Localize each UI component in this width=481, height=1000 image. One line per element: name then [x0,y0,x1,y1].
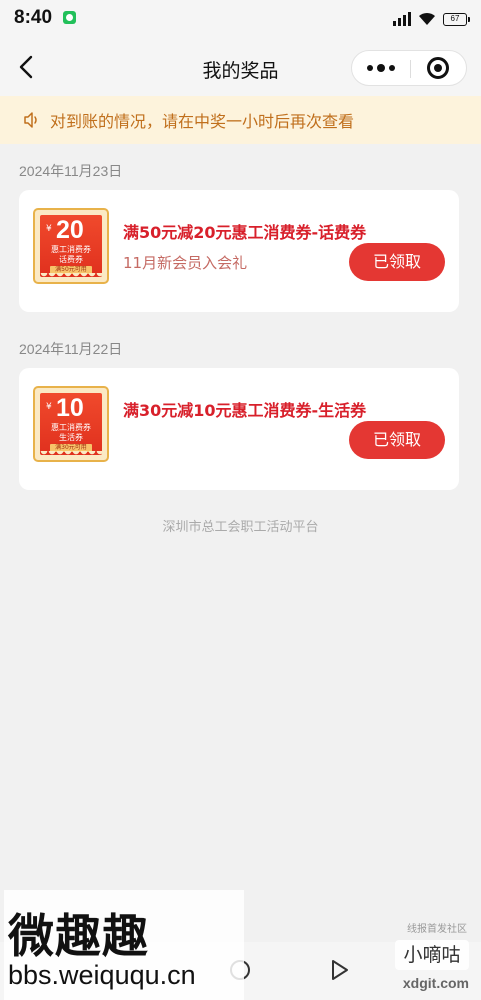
battery-icon: 67 [443,12,470,26]
status-time: 8:40 [14,7,53,28]
mini-program-capsule [351,50,467,86]
target-icon [426,57,449,79]
coupon-type: 话费券 [59,255,83,264]
wifi-icon [417,12,437,26]
watermark-site-url: bbs.weiququ.cn [8,960,196,990]
coupon-name: 惠工消费券 [51,423,91,432]
dot-icon [389,65,395,71]
watermark-site-name: 微趣趣 [8,909,149,963]
coupon-currency: ¥ [46,224,52,234]
nav-bar: 我的奖品 [0,38,481,96]
prize-title: 满50元减20元惠工消费券-话费券 [123,223,367,242]
coupon-condition: 满50元可用 [50,266,92,274]
watermark-right-url: xdgit.com [402,975,469,991]
dot-icon [377,64,385,72]
wechat-notification-icon [63,11,76,24]
prize-card: ¥ 10 惠工消费券 生活券 满30元可用 满30元减10元惠工消费券-生活券 … [19,368,459,490]
coupon-image: ¥ 20 惠工消费券 话费券 满50元可用 [33,208,109,284]
platform-footer: 深圳市总工会职工活动平台 [162,520,319,535]
speaker-icon [24,112,37,128]
more-button[interactable] [352,51,410,85]
watermark-right-caption: 线报首发社区 [407,924,467,935]
coupon-amount: 10 [56,394,84,422]
close-mini-program-button[interactable] [409,51,466,85]
prize-title: 满30元减10元惠工消费券-生活券 [123,401,367,420]
date-label: 2024年11月23日 [19,163,123,179]
coupon-currency: ¥ [46,402,52,412]
prize-subtitle: 11月新会员入会礼 [123,254,248,272]
coupon-image: ¥ 10 惠工消费券 生活券 满30元可用 [33,386,109,462]
watermark-right-badge: 小嘀咕 [395,940,469,970]
claimed-button[interactable]: 已领取 [349,243,445,281]
prize-card: ¥ 20 惠工消费券 话费券 满50元可用 满50元减20元惠工消费券-话费券 … [19,190,459,312]
signal-icon [393,12,411,26]
notice-text: 对到账的情况，请在中奖一小时后再次查看 [50,112,355,131]
claimed-button[interactable]: 已领取 [349,421,445,459]
back-triangle-icon[interactable] [331,959,349,981]
coupon-type: 生活券 [59,433,83,442]
notice-banner: 对到账的情况，请在中奖一小时后再次查看 [0,96,481,144]
coupon-name: 惠工消费券 [51,245,91,254]
date-label: 2024年11月22日 [19,341,123,357]
status-icons: 67 [393,10,470,28]
coupon-condition: 满30元可用 [50,444,92,452]
coupon-amount: 20 [56,216,84,244]
dot-icon [367,65,373,71]
status-bar: 8:40 67 [0,0,481,38]
